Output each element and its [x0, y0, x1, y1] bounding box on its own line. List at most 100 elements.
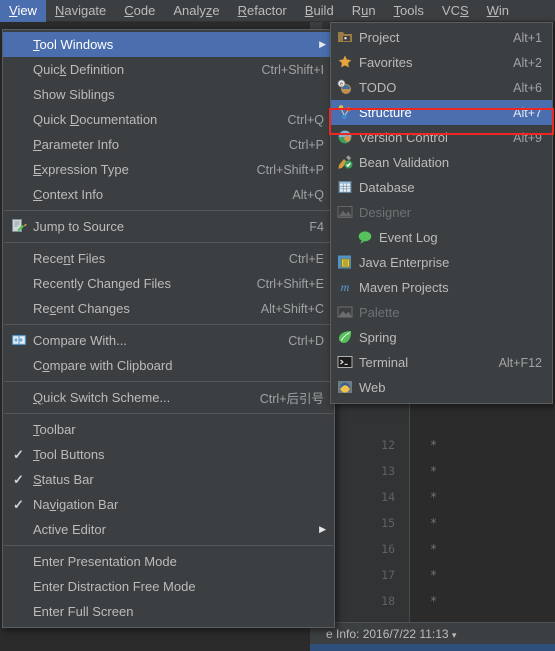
svg-text:e: e — [340, 81, 343, 87]
editor-line-number: 13 — [381, 464, 395, 478]
view-menu-item-enter-distraction-free-mode[interactable]: Enter Distraction Free Mode — [3, 574, 334, 599]
view-menu-item-tool-buttons[interactable]: ✓ Tool Buttons — [3, 442, 334, 467]
menubar-item-tools[interactable]: Tools — [385, 0, 433, 22]
view-menu-item-quick-definition[interactable]: Quick Definition Ctrl+Shift+I — [3, 57, 334, 82]
palette-icon — [337, 304, 354, 321]
menubar-item-refactor[interactable]: Refactor — [229, 0, 296, 22]
tool-window-label: Java Enterprise — [359, 255, 450, 270]
tool-window-label: TODO — [359, 80, 397, 95]
submenu-arrow-icon: ▶ — [319, 524, 326, 534]
menu-item-label: Expression Type — [33, 162, 129, 177]
view-menu-item-recently-changed-files[interactable]: Recently Changed Files Ctrl+Shift+E — [3, 271, 334, 296]
tool-window-label: Structure — [359, 105, 412, 120]
editor-line-number: 17 — [381, 568, 395, 582]
tool-window-item-maven-projects[interactable]: m Maven Projects — [331, 275, 552, 300]
menubar-item-analyze[interactable]: Analyze — [164, 0, 228, 22]
menubar-item-vcs[interactable]: VCS — [433, 0, 478, 22]
tool-window-item-bean-validation[interactable]: Bean Validation — [331, 150, 552, 175]
menubar-item-run[interactable]: Run — [343, 0, 385, 22]
tool-window-item-version-control[interactable]: Version Control Alt+9 — [331, 125, 552, 150]
view-menu-item-show-siblings[interactable]: Show Siblings — [3, 82, 334, 107]
menu-item-label: Active Editor — [33, 522, 106, 537]
view-menu-item-compare-with-clipboard[interactable]: Compare with Clipboard — [3, 353, 334, 378]
view-menu-item-quick-documentation[interactable]: Quick Documentation Ctrl+Q — [3, 107, 334, 132]
menu-item-shortcut: F4 — [309, 219, 324, 234]
menubar-item-code[interactable]: Code — [115, 0, 164, 22]
menu-item-shortcut: Alt+Shift+C — [260, 301, 324, 316]
event-log-icon — [357, 229, 374, 246]
tool-window-shortcut: Alt+1 — [513, 30, 542, 45]
tool-window-label: Maven Projects — [359, 280, 449, 295]
menubar-item-navigate[interactable]: Navigate — [46, 0, 115, 22]
view-menu-item-expression-type[interactable]: Expression Type Ctrl+Shift+P — [3, 157, 334, 182]
project-folder-icon — [337, 29, 354, 46]
menu-item-shortcut: Ctrl+P — [288, 137, 324, 152]
tool-windows-submenu: Project Alt+1 Favorites Alt+2 e TODO Alt+6 Stru… — [330, 22, 553, 404]
view-menu-item-parameter-info[interactable]: Parameter Info Ctrl+P — [3, 132, 334, 157]
tool-window-label: Bean Validation — [359, 155, 450, 170]
maven-icon: m — [337, 279, 354, 296]
editor-comment-glyph: * — [430, 542, 438, 556]
view-menu-item-context-info[interactable]: Context Info Alt+Q — [3, 182, 334, 207]
tool-window-item-database[interactable]: Database — [331, 175, 552, 200]
compare-icon — [11, 332, 27, 348]
checkmark-icon: ✓ — [13, 496, 24, 512]
spring-leaf-icon — [337, 329, 354, 346]
view-menu-item-jump-to-source[interactable]: Jump to Source F4 — [3, 214, 334, 239]
tool-window-item-project[interactable]: Project Alt+1 — [331, 25, 552, 50]
tool-window-item-spring[interactable]: Spring — [331, 325, 552, 350]
menu-item-label: Tool Buttons — [33, 447, 105, 462]
tool-window-item-event-log[interactable]: Event Log — [331, 225, 552, 250]
version-control-icon — [337, 129, 354, 146]
menu-item-label: Status Bar — [33, 472, 94, 487]
java-enterprise-icon — [337, 254, 354, 271]
menu-item-label: Context Info — [33, 187, 104, 202]
view-menu-item-quick-switch-scheme[interactable]: Quick Switch Scheme... Ctrl+后引号 — [3, 385, 334, 410]
menubar-item-build[interactable]: Build — [296, 0, 343, 22]
editor-comment-glyph: * — [430, 438, 438, 452]
menu-item-label: Quick Definition — [33, 62, 125, 77]
tool-window-label: Project — [359, 30, 400, 45]
star-icon — [337, 54, 354, 71]
menu-separator — [4, 210, 333, 211]
menu-separator — [4, 242, 333, 243]
view-menu-item-recent-files[interactable]: Recent Files Ctrl+E — [3, 246, 334, 271]
menu-item-label: Compare With... — [33, 333, 127, 348]
menu-item-shortcut: Ctrl+Shift+I — [261, 62, 324, 77]
editor-comment-glyph: * — [430, 490, 438, 504]
menu-item-label: Quick Documentation — [33, 112, 158, 127]
view-menu-item-enter-presentation-mode[interactable]: Enter Presentation Mode — [3, 549, 334, 574]
view-menu-item-recent-changes[interactable]: Recent Changes Alt+Shift+C — [3, 296, 334, 321]
tool-window-item-java-enterprise[interactable]: Java Enterprise — [331, 250, 552, 275]
tool-window-label: Event Log — [379, 230, 438, 245]
menubar-item-view[interactable]: View — [0, 0, 46, 22]
tool-window-shortcut: Alt+7 — [513, 105, 542, 120]
checkmark-icon: ✓ — [13, 471, 24, 487]
tool-window-item-web[interactable]: Web — [331, 375, 552, 400]
menu-item-shortcut: Ctrl+Q — [287, 112, 324, 127]
tool-window-item-terminal[interactable]: Terminal Alt+F12 — [331, 350, 552, 375]
view-menu-item-enter-full-screen[interactable]: Enter Full Screen — [3, 599, 334, 624]
terminal-icon — [337, 354, 354, 371]
view-menu-item-active-editor[interactable]: Active Editor ▶ — [3, 517, 334, 542]
view-menu-item-navigation-bar[interactable]: ✓ Navigation Bar — [3, 492, 334, 517]
menu-separator — [4, 413, 333, 414]
view-menu-item-tool-windows[interactable]: Tool Windows ▶ — [3, 32, 334, 57]
structure-icon — [337, 104, 354, 121]
view-menu-item-status-bar[interactable]: ✓ Status Bar — [3, 467, 334, 492]
menu-item-label: Enter Presentation Mode — [33, 554, 177, 569]
editor-comment-glyph: * — [430, 568, 438, 582]
menubar-item-win[interactable]: Win — [478, 0, 518, 22]
todo-icon: e — [337, 79, 354, 96]
tool-window-item-structure[interactable]: Structure Alt+7 — [331, 100, 552, 125]
menu-bar: View Navigate Code Analyze Refactor Build Run T… — [0, 0, 555, 22]
jump-to-source-icon — [11, 218, 27, 234]
editor-status-line[interactable]: e Info: 2016/7/22 11:13 ▾ — [310, 622, 555, 644]
chevron-down-icon[interactable]: ▾ — [452, 630, 457, 640]
editor-line-number: 14 — [381, 490, 395, 504]
tool-window-item-favorites[interactable]: Favorites Alt+2 — [331, 50, 552, 75]
menu-item-shortcut: Ctrl+Shift+E — [256, 276, 324, 291]
view-menu-item-toolbar[interactable]: Toolbar — [3, 417, 334, 442]
tool-window-item-todo[interactable]: e TODO Alt+6 — [331, 75, 552, 100]
view-menu-item-compare-with[interactable]: Compare With... Ctrl+D — [3, 328, 334, 353]
